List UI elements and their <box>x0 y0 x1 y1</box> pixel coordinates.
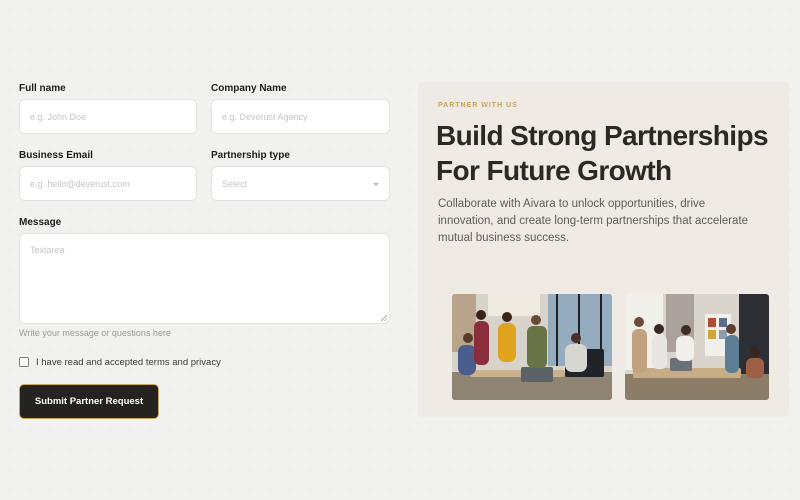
chevron-down-icon <box>373 182 379 186</box>
message-label: Message <box>19 217 62 228</box>
company-name-label: Company Name <box>211 83 287 94</box>
resize-grip-icon[interactable] <box>381 315 387 321</box>
hero-headline: Build Strong Partnerships For Future Gro… <box>436 120 769 186</box>
partnership-type-value: Select <box>222 178 248 189</box>
message-placeholder: Textarea <box>30 245 65 255</box>
full-name-input[interactable]: e.g. John Doe <box>19 99 197 134</box>
hero-description: Collaborate with Aivara to unlock opport… <box>438 198 749 244</box>
full-name-label: Full name <box>19 83 66 94</box>
business-email-placeholder: e.g. hello@deverust.com <box>30 178 130 189</box>
partnership-type-select[interactable]: Select <box>211 166 390 201</box>
submit-partner-request-button[interactable]: Submit Partner Request <box>19 384 159 419</box>
partner-hero-panel: PARTNER WITH US Build Strong Partnership… <box>418 82 789 417</box>
full-name-placeholder: e.g. John Doe <box>30 111 87 122</box>
message-textarea[interactable]: Textarea <box>19 233 390 324</box>
partnership-type-label: Partnership type <box>211 150 290 161</box>
message-helper-text: Write your message or questions here <box>19 328 171 338</box>
business-email-input[interactable]: e.g. hello@deverust.com <box>19 166 197 201</box>
office-workspace-illustration <box>625 294 769 400</box>
company-name-placeholder: e.g. Deverust Agency <box>222 111 308 122</box>
team-meeting-illustration <box>452 294 612 400</box>
terms-checkbox[interactable] <box>19 357 29 367</box>
hero-eyebrow: PARTNER WITH US <box>438 102 518 109</box>
business-email-label: Business Email <box>19 150 93 161</box>
company-name-input[interactable]: e.g. Deverust Agency <box>211 99 390 134</box>
team-meeting-photo <box>452 294 612 400</box>
terms-label[interactable]: I have read and accepted terms and priva… <box>36 357 221 368</box>
office-workspace-photo <box>625 294 769 400</box>
